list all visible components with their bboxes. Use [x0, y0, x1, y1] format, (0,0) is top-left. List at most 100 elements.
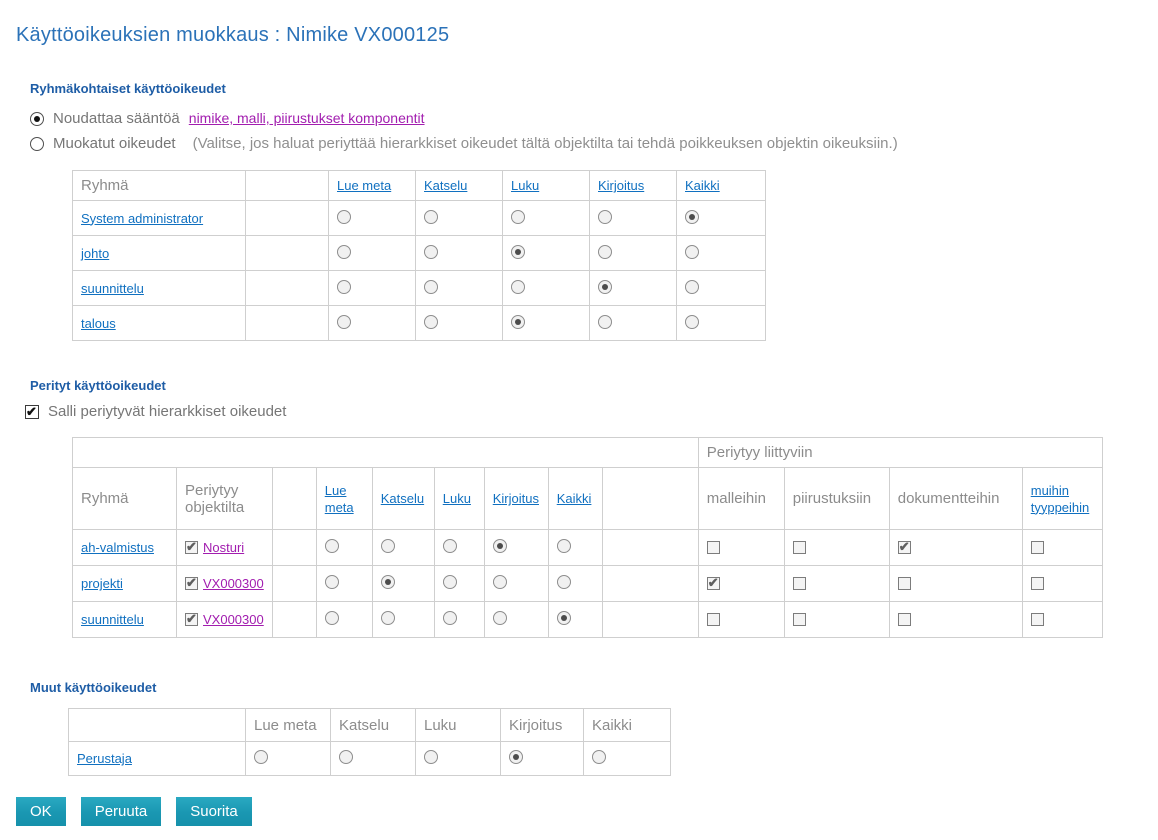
group-link[interactable]: suunnittelu [81, 281, 144, 296]
column-header-all-link[interactable]: Kaikki [557, 491, 592, 506]
inherits-checkbox[interactable] [185, 539, 198, 555]
permission-radio[interactable] [592, 750, 606, 764]
allow-inherited-checkbox[interactable] [25, 404, 39, 420]
group-link[interactable]: ah-valmistus [81, 540, 154, 555]
permission-radio[interactable] [598, 244, 612, 259]
permission-radio[interactable] [324, 539, 339, 553]
custom-rights-radio[interactable] [30, 136, 44, 151]
cancel-button[interactable]: Peruuta [80, 797, 162, 826]
column-header-read-meta-link[interactable]: Lue meta [325, 483, 354, 515]
table-group-header-row: Periytyy liittyviin [72, 437, 1103, 468]
permission-radio[interactable] [324, 575, 339, 589]
permission-radio[interactable] [380, 539, 395, 553]
permission-radio[interactable] [339, 750, 353, 764]
permission-radio[interactable] [424, 750, 438, 764]
related-checkbox-models[interactable] [706, 613, 720, 626]
related-checkbox-documents[interactable] [897, 613, 911, 626]
permission-radio[interactable] [685, 244, 699, 259]
permission-radio[interactable] [509, 750, 523, 764]
group-link[interactable]: Perustaja [77, 751, 132, 766]
group-link[interactable]: johto [81, 246, 109, 261]
column-header-inherits-from: Periytyy objektilta [176, 467, 273, 530]
column-header-other-types-link[interactable]: muihin tyyppeihin [1031, 483, 1090, 515]
permission-radio[interactable] [685, 209, 699, 224]
permission-radio[interactable] [337, 244, 351, 259]
column-group-header-related: Periytyy liittyviin [697, 437, 1103, 468]
column-header-read: Luku [415, 708, 501, 742]
option-custom-rights[interactable]: Muokatut oikeudet (Valitse, jos haluat p… [30, 133, 1158, 154]
group-link[interactable]: projekti [81, 576, 123, 591]
column-header-write-link[interactable]: Kirjoitus [598, 178, 644, 193]
section-heading-group: Ryhmäkohtaiset käyttöoikeudet [30, 81, 226, 96]
permission-radio[interactable] [511, 209, 525, 224]
permission-radio[interactable] [337, 279, 351, 294]
column-header-read-link[interactable]: Luku [443, 491, 471, 506]
permission-radio[interactable] [511, 244, 525, 259]
related-checkbox-drawings[interactable] [792, 577, 806, 590]
permission-radio[interactable] [492, 575, 507, 589]
permission-radio[interactable] [424, 279, 438, 294]
permission-radio[interactable] [685, 314, 699, 329]
permission-radio[interactable] [424, 209, 438, 224]
column-header-read-meta-link[interactable]: Lue meta [337, 178, 391, 193]
section-other-permissions: Muut käyttöoikeudet Lue meta Katselu Luk… [16, 680, 1158, 776]
group-link[interactable]: talous [81, 316, 116, 331]
inherits-from-link[interactable]: VX000300 [203, 576, 264, 591]
permission-radio[interactable] [598, 279, 612, 294]
permission-radio[interactable] [492, 539, 507, 553]
related-checkbox-models[interactable] [706, 575, 720, 591]
related-checkbox-documents[interactable] [897, 577, 911, 590]
related-checkbox-drawings[interactable] [792, 541, 806, 554]
related-checkbox-models[interactable] [706, 541, 720, 554]
permission-radio[interactable] [337, 209, 351, 224]
group-link[interactable]: System administrator [81, 211, 203, 226]
permission-radio[interactable] [442, 611, 457, 625]
inherits-checkbox[interactable] [185, 575, 198, 591]
inherits-from-link[interactable]: VX000300 [203, 612, 264, 627]
group-link[interactable]: suunnittelu [81, 612, 144, 627]
permission-radio[interactable] [337, 314, 351, 329]
column-header-drawings: piirustuksiin [783, 467, 890, 530]
related-checkbox-other-types[interactable] [1030, 613, 1044, 626]
column-header-read-link[interactable]: Luku [511, 178, 539, 193]
allow-inherited-row[interactable]: Salli periytyvät hierarkkiset oikeudet [25, 403, 1158, 420]
related-checkbox-documents[interactable] [897, 539, 911, 555]
table-row: System administrator [72, 200, 766, 236]
permission-radio[interactable] [380, 575, 395, 589]
permission-radio[interactable] [380, 611, 395, 625]
inherits-checkbox[interactable] [185, 611, 198, 627]
permission-radio[interactable] [598, 209, 612, 224]
section-heading-other: Muut käyttöoikeudet [30, 680, 157, 695]
column-header-all-link[interactable]: Kaikki [685, 178, 720, 193]
option-follow-rule[interactable]: Noudattaa sääntöä nimike, malli, piirust… [30, 108, 1158, 129]
permission-radio[interactable] [511, 314, 525, 329]
rule-link[interactable]: nimike, malli, piirustukset komponentit [189, 108, 425, 129]
permission-radio[interactable] [556, 611, 571, 625]
column-header-write-link[interactable]: Kirjoitus [493, 491, 539, 506]
execute-button[interactable]: Suorita [176, 797, 252, 826]
related-checkbox-other-types[interactable] [1030, 541, 1044, 554]
follow-rule-radio[interactable] [30, 111, 44, 126]
table-row: suunnittelu VX000300 [72, 601, 1103, 638]
permission-radio[interactable] [324, 611, 339, 625]
permission-radio[interactable] [442, 575, 457, 589]
inherits-from-link[interactable]: Nosturi [203, 540, 244, 555]
permission-radio[interactable] [424, 244, 438, 259]
permission-radio[interactable] [556, 575, 571, 589]
permission-radio[interactable] [442, 539, 457, 553]
permission-radio[interactable] [424, 314, 438, 329]
permission-radio[interactable] [598, 314, 612, 329]
permission-radio[interactable] [685, 279, 699, 294]
related-checkbox-other-types[interactable] [1030, 577, 1044, 590]
empty-span-cell [72, 437, 699, 468]
column-header-view-link[interactable]: Katselu [424, 178, 467, 193]
other-permissions-table: Lue meta Katselu Luku Kirjoitus Kaikki P… [68, 708, 671, 776]
ok-button[interactable]: OK [16, 797, 66, 826]
related-checkbox-drawings[interactable] [792, 613, 806, 626]
permission-radio[interactable] [492, 611, 507, 625]
permission-radio[interactable] [511, 279, 525, 294]
column-header-view-link[interactable]: Katselu [381, 491, 424, 506]
permission-radio[interactable] [556, 539, 571, 553]
allow-inherited-label: Salli periytyvät hierarkkiset oikeudet [48, 403, 287, 420]
permission-radio[interactable] [254, 750, 268, 764]
